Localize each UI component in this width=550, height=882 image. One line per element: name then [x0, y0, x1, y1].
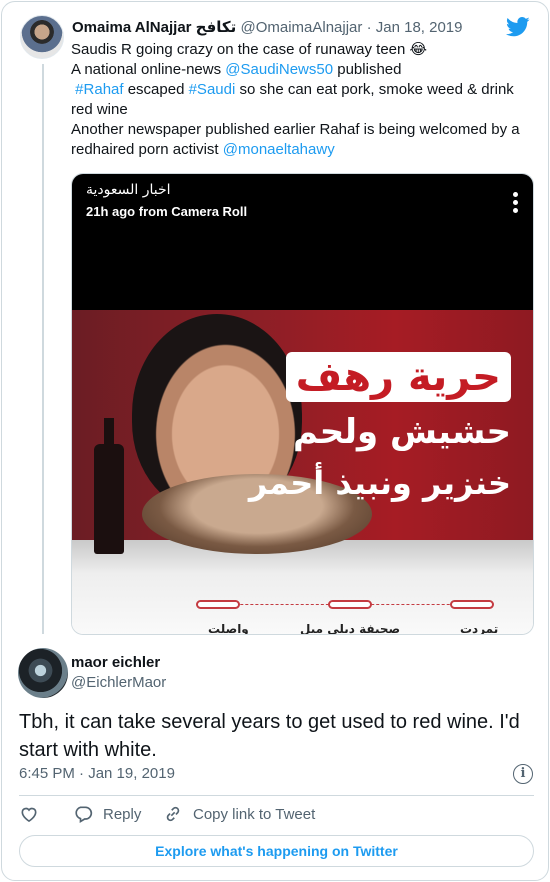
text-segment: Saudis R going crazy on the case of runa…	[71, 41, 428, 58]
twitter-logo-icon[interactable]	[506, 16, 530, 38]
tweet-media-image[interactable]: اخبار السعودية 21h ago from Camera Roll …	[71, 173, 534, 635]
heart-icon	[21, 807, 37, 823]
more-options-icon	[513, 192, 519, 216]
quoted-text-line: redhaired porn activist @monaeltahawy	[71, 140, 531, 160]
tweet-text-line: start with white.	[19, 739, 157, 761]
story-subtitle: 21h ago from Camera Roll	[86, 204, 248, 219]
tweet-text-line: Tbh, it can take several years to get us…	[19, 711, 520, 733]
header-separator: ·	[366, 19, 372, 36]
author-avatar[interactable]	[18, 648, 68, 698]
link-icon	[166, 806, 180, 822]
tweet-text: Tbh, it can take several years to get us…	[19, 708, 539, 764]
info-icon[interactable]: i	[513, 764, 533, 784]
quoted-author-handle[interactable]: @OmaimaAlnajjar	[240, 19, 362, 36]
text-segment: redhaired porn activist	[71, 141, 223, 158]
timeline-tag: صحيفة ديلي ميل	[300, 622, 401, 635]
copy-link-label: Copy link to Tweet	[193, 805, 316, 823]
quoted-tweet-date[interactable]: Jan 18, 2019	[376, 19, 463, 36]
text-segment: A national online-news	[71, 61, 226, 78]
hashtag-link-saudi[interactable]: #Saudi	[189, 81, 236, 98]
text-segment: red wine	[71, 101, 128, 118]
mention-link-monaeltahawy[interactable]: @monaeltahawy	[223, 141, 335, 158]
quoted-text-line: Another newspaper published earlier Raha…	[71, 120, 531, 140]
explore-twitter-button[interactable]: Explore what's happening on Twitter	[19, 835, 534, 867]
media-headline-1: حرية رهف	[285, 352, 511, 402]
quoted-author-avatar[interactable]	[20, 15, 64, 59]
quoted-text-line: #Rahaf escaped #Saudi so she can eat por…	[71, 80, 531, 100]
author-name[interactable]: maor eichler	[71, 654, 160, 671]
tweet-card: Omaima AlNajjar تكافح @OmaimaAlnajjar · …	[1, 1, 549, 881]
quoted-author-name[interactable]: Omaima AlNajjar تكافح	[72, 19, 236, 36]
media-headline-3: خنزير ونبيذ أحمر	[248, 464, 511, 502]
quoted-text-line: red wine	[71, 100, 531, 120]
thread-line	[42, 64, 44, 634]
timeline-marker	[328, 600, 372, 609]
timeline-marker	[196, 600, 240, 609]
tweet-timestamp[interactable]: 6:45 PM · Jan 19, 2019	[19, 765, 175, 782]
timeline-tag: واصلت	[208, 622, 249, 635]
media-headline-2: حشيش ولحم	[293, 412, 511, 452]
quoted-tweet-header: Omaima AlNajjar تكافح @OmaimaAlnajjar · …	[72, 18, 463, 36]
reply-button[interactable]: Reply	[73, 804, 141, 824]
story-header: اخبار السعودية 21h ago from Camera Roll	[72, 174, 533, 310]
timeline-tag: تمردت	[460, 622, 499, 635]
text-segment: published	[333, 61, 402, 78]
copy-link-button[interactable]: Copy link to Tweet	[163, 804, 315, 824]
mention-link-saudinews50[interactable]: @SaudiNews50	[225, 61, 333, 78]
quoted-text-line: Saudis R going crazy on the case of runa…	[71, 40, 531, 60]
media-bottom-panel	[72, 540, 533, 634]
like-button[interactable]	[19, 804, 49, 824]
text-segment: so she can eat pork, smoke weed & drink	[235, 81, 514, 98]
text-segment: escaped	[123, 81, 189, 98]
author-handle[interactable]: @EichlerMaor	[71, 674, 166, 691]
reply-icon	[75, 806, 93, 823]
text-segment: Another newspaper published earlier Raha…	[71, 121, 520, 138]
hashtag-link-rahaf[interactable]: #Rahaf	[75, 81, 123, 98]
story-title: اخبار السعودية	[86, 182, 171, 198]
quoted-tweet-text: Saudis R going crazy on the case of runa…	[71, 40, 531, 160]
timeline-marker	[450, 600, 494, 609]
divider	[19, 795, 534, 796]
wine-bottle-illustration	[94, 418, 124, 554]
quoted-text-line: A national online-news @SaudiNews50 publ…	[71, 60, 531, 80]
reply-label: Reply	[103, 805, 142, 823]
